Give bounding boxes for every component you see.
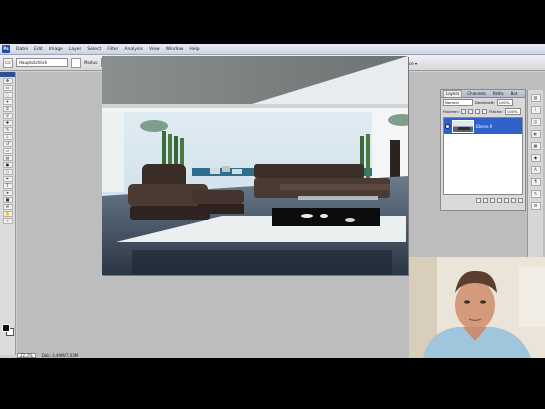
- eraser-icon[interactable]: ▱: [2, 148, 13, 154]
- zoom-level[interactable]: 22,3%: [17, 353, 36, 358]
- blend-row: Normal Deckkraft: 100%: [441, 98, 525, 107]
- zoom-icon[interactable]: ⚬: [2, 218, 13, 224]
- toolbox: ✥ ▭ ◌ ✦ ⌗ ⚲ ✚ ✎ ⊥ ↺ ▱ ▤ ● ○ ✒ T ➤ ■ ✉ ✋ …: [0, 72, 16, 355]
- brushes-icon[interactable]: ✎: [530, 190, 541, 198]
- webcam-overlay: [409, 257, 545, 358]
- lock-pixels-icon[interactable]: [468, 109, 474, 114]
- navigator-icon[interactable]: ◫: [530, 118, 541, 126]
- menu-window[interactable]: Window: [166, 47, 184, 52]
- type-icon[interactable]: T: [2, 183, 13, 189]
- menu-bar: Ps Datei Edit Image Layer Select Filter …: [0, 44, 545, 55]
- histogram-icon[interactable]: ▥: [530, 94, 541, 102]
- layers-panel: Layers Channels Paths Bot Normal Deckkra…: [440, 89, 526, 211]
- dodge-icon[interactable]: ○: [2, 169, 13, 175]
- menu-layer[interactable]: Layer: [69, 47, 82, 52]
- character-icon[interactable]: A: [530, 166, 541, 174]
- menu-help[interactable]: Help: [189, 47, 199, 52]
- layer-row[interactable]: Ebene 0: [444, 118, 522, 134]
- crop-icon[interactable]: ⌗: [2, 106, 13, 112]
- magic-wand-icon[interactable]: ✦: [2, 99, 13, 105]
- new-layer-icon[interactable]: [511, 197, 516, 203]
- layer-thumbnail: [452, 119, 474, 133]
- fill-label: Fläche:: [489, 109, 503, 114]
- marquee-icon[interactable]: ▭: [2, 85, 13, 91]
- swatches-icon[interactable]: ▦: [530, 142, 541, 150]
- toolbox-header[interactable]: [0, 72, 15, 77]
- menu-filter[interactable]: Filter: [107, 47, 118, 52]
- hand-icon[interactable]: ✋: [2, 211, 13, 217]
- photoshop-logo-icon: Ps: [2, 45, 10, 53]
- tab-layers[interactable]: Layers: [443, 90, 463, 97]
- new-group-icon[interactable]: [504, 197, 509, 203]
- blur-icon[interactable]: ●: [2, 162, 13, 168]
- living-room-render: [102, 56, 408, 275]
- blend-mode-dropdown[interactable]: Normal: [443, 99, 473, 106]
- foreground-color-swatch[interactable]: [2, 324, 10, 332]
- lock-position-icon[interactable]: [475, 109, 481, 114]
- adjustment-layer-icon[interactable]: [497, 197, 502, 203]
- menu-analysis[interactable]: Analysis: [124, 47, 143, 52]
- visibility-eye-icon[interactable]: [445, 123, 450, 129]
- document-canvas-image[interactable]: [102, 56, 408, 275]
- menu-edit[interactable]: Edit: [34, 47, 43, 52]
- history-brush-icon[interactable]: ↺: [2, 141, 13, 147]
- healing-brush-icon[interactable]: ✚: [2, 120, 13, 126]
- brush-icon[interactable]: ✎: [2, 127, 13, 133]
- gradient-icon[interactable]: ▤: [2, 155, 13, 161]
- color-icon[interactable]: ◐: [530, 130, 541, 138]
- menu-select[interactable]: Select: [87, 47, 101, 52]
- layer-list: Ebene 0: [443, 117, 523, 195]
- tab-paths[interactable]: Paths: [491, 91, 506, 97]
- document-info[interactable]: Dok: 3,49M/7,03M: [42, 353, 79, 358]
- lock-transparent-icon[interactable]: [461, 109, 467, 114]
- eyedropper-icon[interactable]: ⚲: [2, 113, 13, 119]
- layer-mask-icon[interactable]: [490, 197, 495, 203]
- styles-icon[interactable]: ◆: [530, 154, 541, 162]
- clone-stamp-icon[interactable]: ⊥: [2, 134, 13, 140]
- menu-file[interactable]: Datei: [16, 47, 28, 52]
- menu-view[interactable]: View: [149, 47, 160, 52]
- tool-preset-dropdown[interactable]: Hauptsächlich: [16, 58, 68, 67]
- marquee-tool-icon[interactable]: ▭: [3, 57, 13, 68]
- presenter-video: [409, 257, 545, 358]
- panel-dock: ▥ i ◫ ◐ ▦ ◆ A ¶ ✎ ⚙: [527, 90, 543, 260]
- lock-label: Fixieren:: [443, 109, 460, 114]
- paragraph-icon[interactable]: ¶: [530, 178, 541, 186]
- mode-label: Modus:: [84, 60, 99, 65]
- lasso-icon[interactable]: ◌: [2, 92, 13, 98]
- link-layers-icon[interactable]: [476, 197, 481, 203]
- opacity-field[interactable]: 100%: [496, 99, 513, 106]
- path-select-icon[interactable]: ➤: [2, 190, 13, 196]
- tool-presets-icon[interactable]: ⚙: [530, 202, 541, 210]
- layers-panel-footer: [441, 196, 525, 204]
- layers-panel-tabs: Layers Channels Paths Bot: [441, 90, 525, 98]
- info-icon[interactable]: i: [530, 106, 541, 114]
- layer-name[interactable]: Ebene 0: [476, 124, 492, 129]
- menu-image[interactable]: Image: [49, 47, 63, 52]
- tab-bot[interactable]: Bot: [509, 91, 520, 97]
- delete-layer-icon[interactable]: [518, 197, 523, 203]
- lock-row: Fixieren: Fläche: 100%: [441, 107, 525, 116]
- color-swatch-icon[interactable]: [71, 57, 81, 68]
- opacity-label: Deckkraft:: [475, 100, 495, 105]
- tab-channels[interactable]: Channels: [465, 91, 488, 97]
- fill-field[interactable]: 100%: [504, 108, 521, 115]
- layer-style-icon[interactable]: [483, 197, 488, 203]
- status-bar: 22,3% Dok: 3,49M/7,03M: [17, 353, 417, 358]
- notes-icon[interactable]: ✉: [2, 204, 13, 210]
- lock-all-icon[interactable]: [482, 109, 488, 114]
- shape-icon[interactable]: ■: [2, 197, 13, 203]
- move-icon[interactable]: ✥: [2, 78, 13, 84]
- pen-icon[interactable]: ✒: [2, 176, 13, 182]
